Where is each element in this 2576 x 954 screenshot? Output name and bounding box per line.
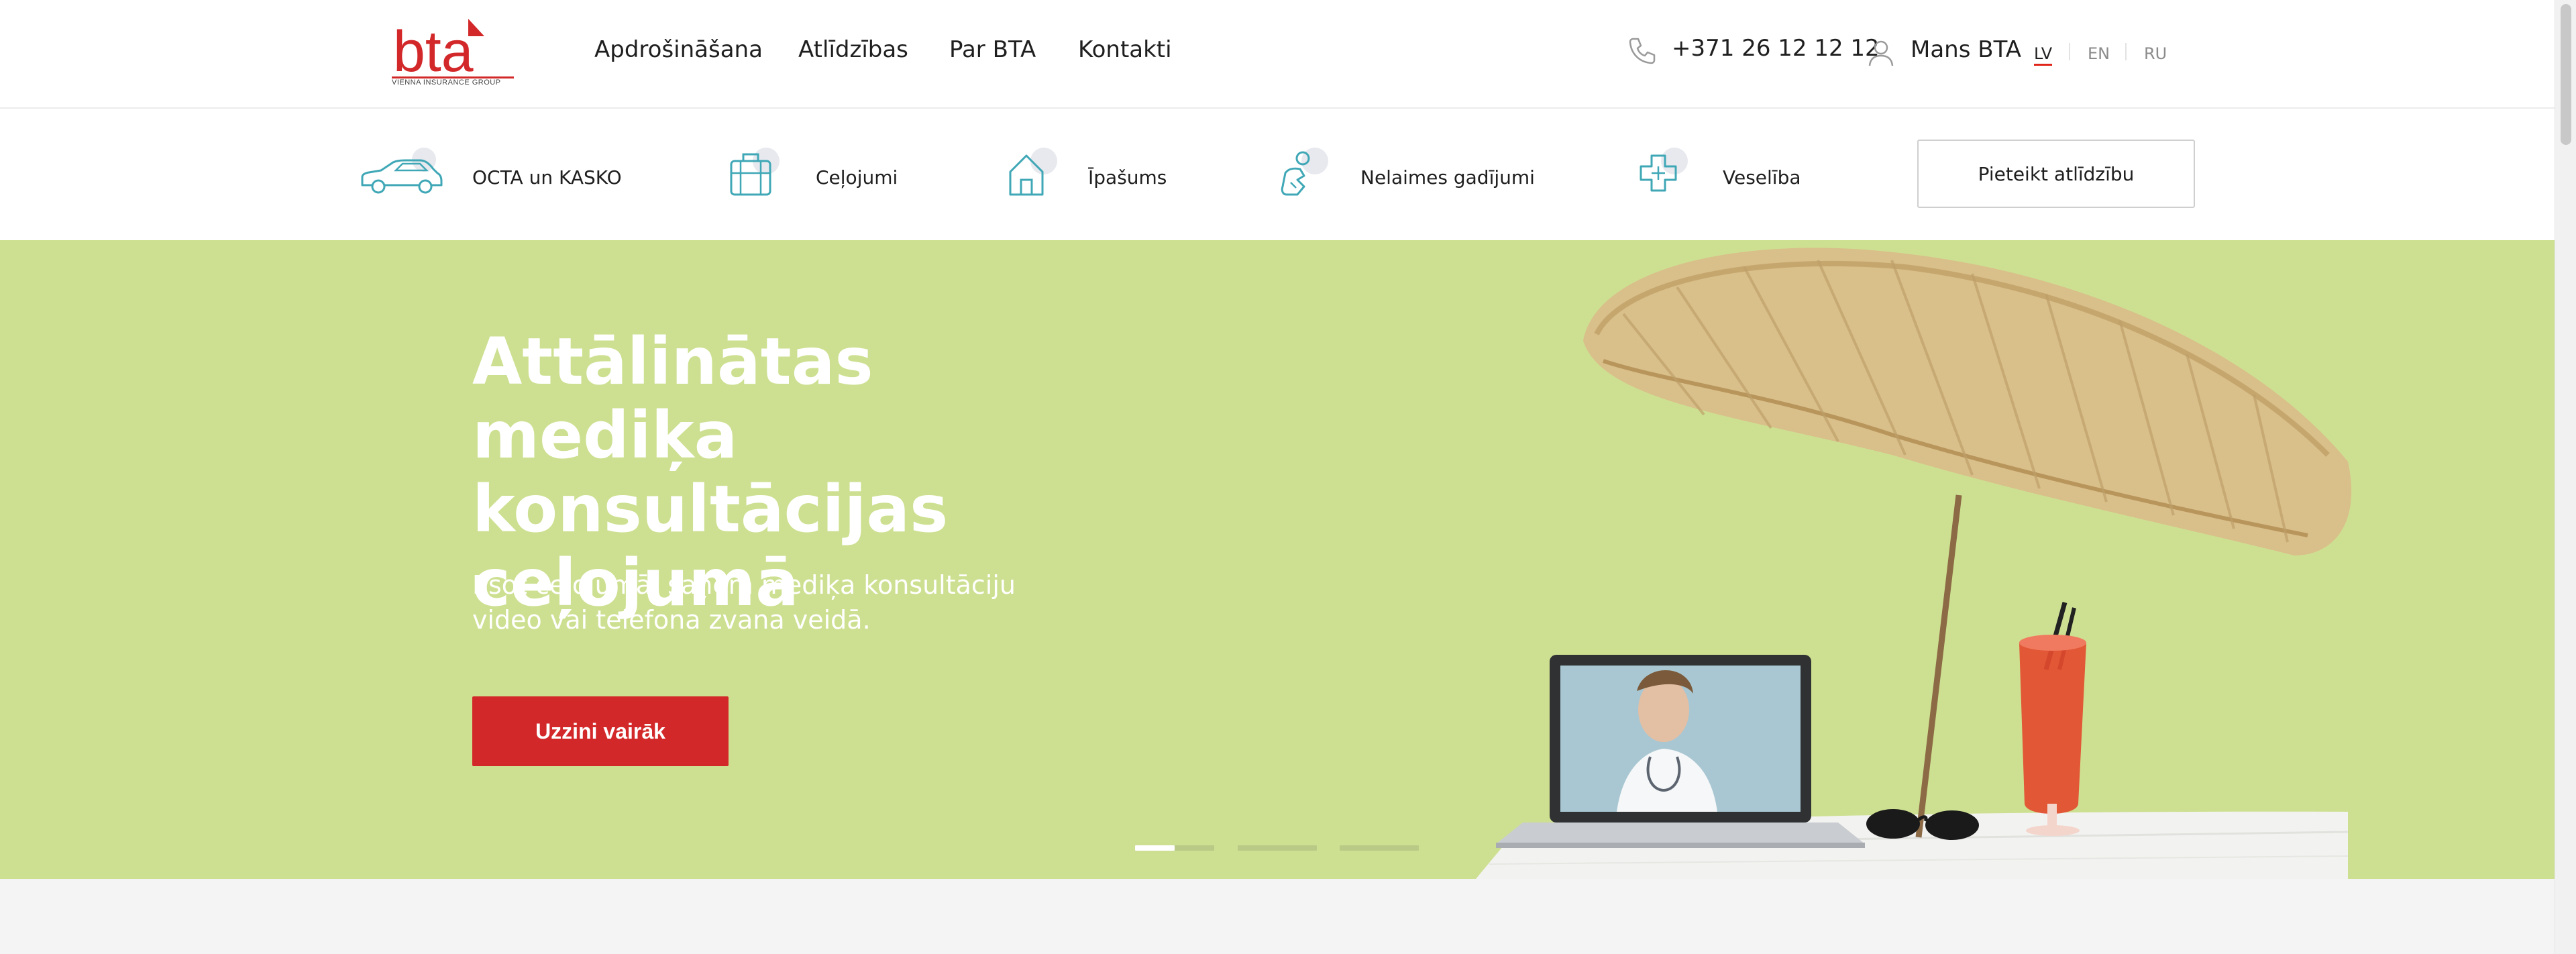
category-label: Ceļojumi bbox=[816, 166, 898, 189]
suitcase-icon bbox=[730, 148, 780, 196]
slide-indicator[interactable] bbox=[1135, 845, 1214, 851]
slide-indicator[interactable] bbox=[1340, 845, 1419, 851]
logo-wordmark: bta bbox=[393, 19, 474, 84]
category-accidents[interactable]: Nelaimes gadījumi bbox=[1277, 146, 1546, 207]
slide-indicator[interactable] bbox=[1238, 845, 1317, 851]
category-travel[interactable]: Ceļojumi bbox=[729, 146, 930, 207]
category-label: Nelaimes gadījumi bbox=[1360, 166, 1535, 189]
lang-divider bbox=[2069, 43, 2070, 60]
hero-illustration bbox=[1476, 248, 2352, 879]
scrollbar-thumb[interactable] bbox=[2561, 4, 2571, 145]
category-label: Veselība bbox=[1723, 166, 1801, 189]
page: bta VIENNA INSURANCE GROUP Apdrošināšana… bbox=[0, 0, 2576, 954]
learn-more-button[interactable]: Uzzini vairāk bbox=[472, 696, 729, 766]
nav-about[interactable]: Par BTA bbox=[949, 36, 1036, 63]
category-label: OCTA un KASKO bbox=[472, 166, 622, 189]
house-icon bbox=[1009, 148, 1057, 196]
logo-tagline: VIENNA INSURANCE GROUP bbox=[392, 78, 501, 87]
site-header: bta VIENNA INSURANCE GROUP Apdrošināšana… bbox=[0, 0, 2555, 109]
scrollbar[interactable] bbox=[2555, 0, 2576, 954]
category-bar: OCTA un KASKO Ceļojumi Īpašums Nelaimes … bbox=[0, 109, 2555, 240]
medical-cross-icon bbox=[1640, 148, 1688, 192]
lang-lv[interactable]: LV bbox=[2034, 44, 2053, 66]
lang-en[interactable]: EN bbox=[2088, 44, 2110, 63]
injury-icon bbox=[1281, 148, 1328, 196]
umbrella-pole bbox=[1915, 494, 1962, 838]
phone-icon bbox=[1629, 38, 1656, 64]
category-property[interactable]: Īpašums bbox=[1006, 146, 1208, 207]
slide-progress bbox=[1135, 845, 1175, 851]
hero-title-line: Attālinātas mediķa bbox=[472, 324, 873, 473]
lang-ru[interactable]: RU bbox=[2144, 44, 2167, 63]
category-label: Īpašums bbox=[1088, 166, 1167, 189]
phone-number[interactable]: +371 26 12 12 12 bbox=[1672, 35, 1880, 62]
car-icon bbox=[361, 148, 443, 194]
nav-claims[interactable]: Atlīdzības bbox=[798, 36, 908, 63]
umbrella-canopy bbox=[1583, 248, 2352, 555]
nav-contacts[interactable]: Kontakti bbox=[1078, 36, 1172, 63]
category-health[interactable]: Veselība bbox=[1637, 146, 1838, 207]
user-icon bbox=[1868, 40, 1894, 66]
lang-divider bbox=[2125, 43, 2127, 60]
category-motor[interactable]: OCTA un KASKO bbox=[358, 146, 627, 207]
hero-slider: Attālinātas mediķa konsultācijas ceļojum… bbox=[0, 240, 2555, 879]
laptop bbox=[1496, 655, 1865, 848]
nav-insurance[interactable]: Apdrošināšana bbox=[594, 36, 763, 63]
hero-title-line: konsultācijas bbox=[472, 472, 949, 547]
hero-subtitle: Esot ceļojumā, saņem mediķa konsultāciju… bbox=[472, 570, 1016, 635]
report-claim-button[interactable]: Pieteikt atlīdzību bbox=[1917, 140, 2195, 208]
cocktail-glass bbox=[2019, 602, 2086, 836]
my-account-link[interactable]: Mans BTA bbox=[1911, 36, 2021, 63]
